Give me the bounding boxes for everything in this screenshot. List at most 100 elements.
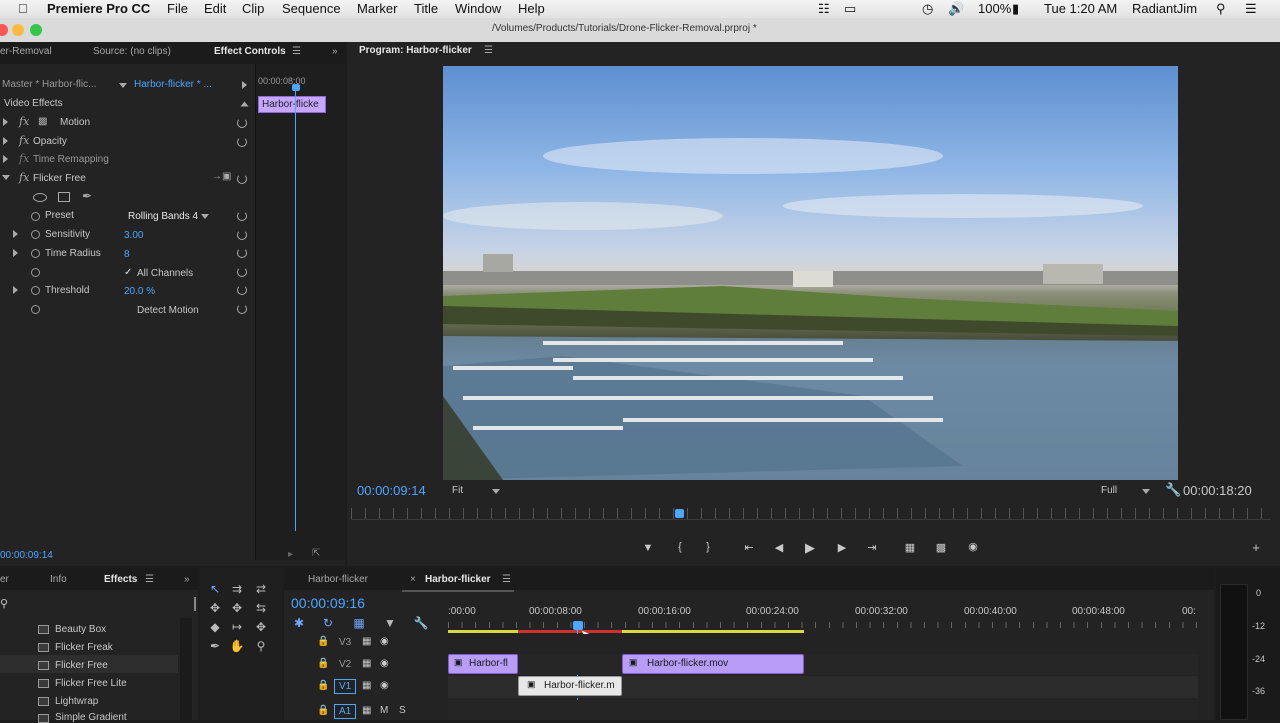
sensitivity-expand-icon[interactable] (13, 230, 18, 238)
volume-icon[interactable]: 🔊 (948, 1, 964, 17)
tab-info[interactable]: Info (50, 574, 67, 585)
menu-window[interactable]: Window (455, 1, 501, 16)
all-channels-label[interactable]: All Channels (137, 268, 193, 279)
motion-reset-icon[interactable] (237, 118, 247, 128)
sequence-clip-label[interactable]: Harbor-flicker * ... (134, 79, 212, 90)
program-playhead-handle[interactable] (675, 509, 684, 518)
track-label-a1[interactable]: A1 (334, 704, 357, 719)
program-monitor-tab[interactable]: Program: Harbor-flicker (359, 45, 472, 56)
opacity-reset-icon[interactable] (237, 137, 247, 147)
close-window-button[interactable] (0, 24, 8, 36)
marker-icon[interactable]: ▼ (381, 616, 399, 632)
selection-tool-icon[interactable]: ↖ (206, 582, 224, 598)
mini-clip-bar[interactable]: Harbor-flicke (258, 96, 326, 113)
track-label-v3[interactable]: V3 (339, 637, 351, 648)
program-current-timecode[interactable]: 00:00:09:14 (357, 483, 426, 498)
razor-tool-icon[interactable]: ◆ (206, 620, 224, 636)
notifications-icon[interactable]: ☰ (1245, 1, 1257, 17)
threshold-expand-icon[interactable] (13, 286, 18, 294)
tab-sequence-2[interactable]: Harbor-flicker (425, 574, 491, 585)
extract-icon[interactable]: ▩ (933, 541, 949, 554)
a1-solo-button[interactable]: S (399, 705, 406, 716)
effect-controls-timeline[interactable]: 00:00:08:00 Harbor-flicke (255, 64, 345, 560)
effect-simple-gradient[interactable]: Simple Gradient (55, 712, 127, 723)
tab-effect-controls[interactable]: Effect Controls (214, 46, 286, 57)
flicker-free-reset-icon[interactable] (237, 174, 247, 184)
all-channels-checkbox[interactable]: ✓ (124, 267, 132, 278)
panel-menu-icon[interactable]: ☰ (292, 46, 301, 57)
track-label-v2[interactable]: V2 (339, 659, 351, 670)
motion-expand-icon[interactable] (3, 118, 8, 126)
rate-stretch-tool-icon[interactable]: ✥ (228, 601, 246, 617)
ellipse-mask-icon[interactable] (33, 193, 47, 202)
v1-eye-icon[interactable]: ◉ (380, 680, 389, 691)
slip-tool-icon[interactable]: ⇆ (252, 601, 270, 617)
v3-lock-icon[interactable]: 🔒 (317, 636, 329, 647)
flicker-free-collapse-icon[interactable] (2, 175, 10, 180)
threshold-stopwatch-icon[interactable] (31, 286, 40, 295)
fit-select[interactable]: Fit (452, 485, 463, 496)
pen-tool-icon[interactable]: ✥ (252, 620, 270, 636)
effects-search-input[interactable] (10, 597, 196, 611)
effect-flicker-free[interactable]: Flicker Free (55, 660, 108, 671)
v1-lock-icon[interactable]: 🔒 (317, 680, 329, 691)
effects-search-icon[interactable]: ⚲ (0, 597, 8, 610)
tab-project[interactable]: er-Removal (0, 46, 52, 57)
export-frame-icon[interactable]: ◉ (965, 540, 981, 553)
a1-mute-button[interactable]: M (380, 705, 388, 716)
mini-playhead-handle[interactable] (292, 84, 300, 91)
close-sequence-icon[interactable]: × (410, 574, 416, 585)
user-name[interactable]: RadiantJim (1132, 1, 1197, 16)
clip-v1-middle[interactable]: ▣ Harbor-flicker.m (518, 676, 622, 696)
sensitivity-reset-icon[interactable] (237, 230, 247, 240)
show-timeline-icon[interactable] (242, 81, 247, 89)
effect-motion[interactable]: Motion (60, 117, 90, 128)
wifi-icon[interactable]: ◷ (922, 1, 933, 17)
menu-file[interactable]: File (167, 1, 188, 16)
pen-draw-tool-icon[interactable]: ✒ (206, 639, 224, 655)
clip-v2-left[interactable]: ▣ Harbor-fl (448, 654, 518, 674)
custom-setup-icon[interactable]: →▣ (212, 171, 231, 182)
quality-dropdown-icon[interactable] (1142, 489, 1150, 494)
zoom-window-button[interactable] (30, 24, 42, 36)
wrench-icon[interactable]: 🔧 (1165, 482, 1181, 498)
sequence-timecode[interactable]: 00:00:09:16 (291, 595, 365, 611)
timeline-settings-icon[interactable]: 🔧 (412, 616, 430, 632)
v1-sync-icon[interactable]: ▦ (362, 680, 371, 691)
effect-beauty-box[interactable]: Beauty Box (55, 624, 106, 635)
clip-v2-right[interactable]: ▣ Harbor-flicker.mov (622, 654, 804, 674)
track-label-v1[interactable]: V1 (334, 679, 357, 694)
rectangle-mask-icon[interactable] (58, 192, 70, 202)
track-select-tool-icon[interactable]: ⇉ (228, 582, 246, 598)
all-channels-reset-icon[interactable] (237, 267, 247, 277)
export-icon[interactable]: ⇱ (312, 548, 320, 559)
app-menu[interactable]: Premiere Pro CC (47, 1, 150, 16)
time-radius-expand-icon[interactable] (13, 249, 18, 257)
program-video-frame[interactable] (443, 66, 1178, 480)
time-radius-reset-icon[interactable] (237, 248, 247, 258)
minimize-window-button[interactable] (12, 24, 24, 36)
detect-motion-reset-icon[interactable] (237, 304, 247, 314)
step-back-icon[interactable]: ◀ (772, 541, 786, 554)
add-marker-icon[interactable]: ▼ (641, 542, 655, 554)
timeline-menu-icon[interactable]: ☰ (502, 574, 511, 585)
effects-expand-icon[interactable]: » (184, 574, 190, 585)
creative-cloud-icon[interactable]: ☷ (818, 1, 830, 17)
menu-title[interactable]: Title (414, 1, 438, 16)
linked-selection-icon[interactable]: ↻ (319, 616, 337, 632)
effects-scrollbar[interactable] (180, 618, 192, 720)
time-radius-value[interactable]: 8 (124, 249, 130, 260)
effect-lightwrap[interactable]: Lightwrap (55, 696, 98, 707)
sensitivity-value[interactable]: 3.00 (124, 230, 143, 241)
step-forward-icon[interactable]: ▶ (835, 541, 849, 554)
battery-icon[interactable]: ▮ (1012, 1, 1019, 17)
effect-flicker-freak[interactable]: Flicker Freak (55, 642, 113, 653)
sequence-dropdown-icon[interactable] (119, 83, 127, 88)
timeline-ruler[interactable]: :00:00 00:00:08:00 00:00:16:00 00:00:24:… (448, 604, 1198, 632)
v3-eye-icon[interactable]: ◉ (380, 636, 389, 647)
tab-source[interactable]: Source: (no clips) (93, 46, 171, 57)
go-to-in-icon[interactable]: ⇤ (741, 541, 757, 554)
pen-mask-icon[interactable]: ✒ (82, 189, 92, 203)
mark-out-icon[interactable]: } (701, 541, 715, 553)
program-menu-icon[interactable]: ☰ (484, 45, 493, 56)
